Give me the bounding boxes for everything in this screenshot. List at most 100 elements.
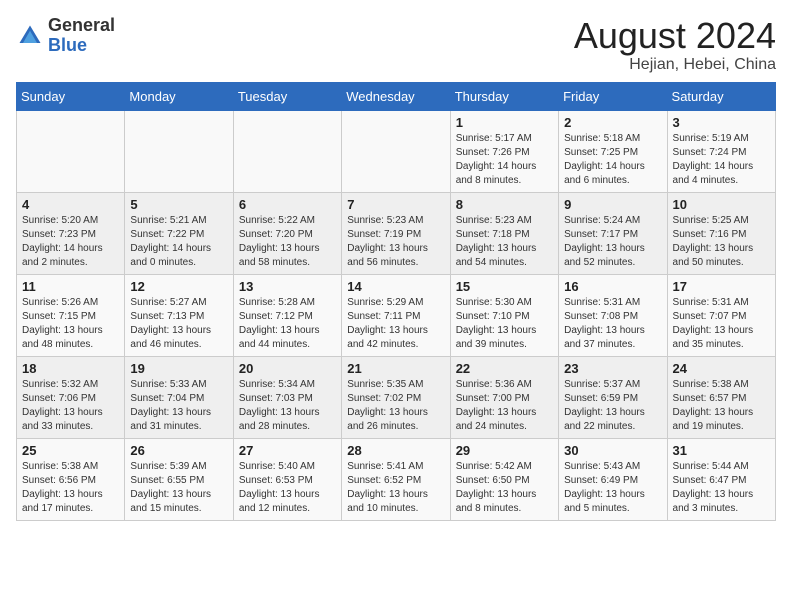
day-info: Sunrise: 5:40 AM Sunset: 6:53 PM Dayligh…	[239, 460, 336, 516]
calendar-cell	[125, 110, 233, 192]
day-info: Sunrise: 5:27 AM Sunset: 7:13 PM Dayligh…	[130, 296, 227, 352]
day-number: 10	[673, 197, 770, 212]
calendar-cell: 17 Sunrise: 5:31 AM Sunset: 7:07 PM Dayli…	[667, 274, 775, 356]
calendar-cell: 1Sunrise: 5:17 AM Sunset: 7:26 PM Daylig…	[450, 110, 558, 192]
calendar-cell: 11Sunrise: 5:26 AM Sunset: 7:15 PM Dayli…	[17, 274, 125, 356]
day-number: 3	[673, 115, 770, 130]
calendar-cell	[17, 110, 125, 192]
day-info: Sunrise: 5:24 AM Sunset: 7:17 PM Dayligh…	[564, 214, 661, 270]
calendar-cell: 13 Sunrise: 5:28 AM Sunset: 7:12 PM Dayli…	[233, 274, 341, 356]
day-info: Sunrise: 5:41 AM Sunset: 6:52 PM Dayligh…	[347, 460, 444, 516]
day-number: 7	[347, 197, 444, 212]
calendar-cell: 21 Sunrise: 5:35 AM Sunset: 7:02 PM Dayli…	[342, 356, 450, 438]
day-info: Sunrise: 5:35 AM Sunset: 7:02 PM Dayligh…	[347, 378, 444, 434]
week-row: 1Sunrise: 5:17 AM Sunset: 7:26 PM Daylig…	[17, 110, 776, 192]
weekday-row: SundayMondayTuesdayWednesdayThursdayFrid…	[17, 82, 776, 110]
day-number: 2	[564, 115, 661, 130]
day-number: 30	[564, 443, 661, 458]
calendar-cell: 23 Sunrise: 5:37 AM Sunset: 6:59 PM Dayli…	[559, 356, 667, 438]
calendar-body: 1Sunrise: 5:17 AM Sunset: 7:26 PM Daylig…	[17, 110, 776, 520]
day-info: Sunrise: 5:44 AM Sunset: 6:47 PM Dayligh…	[673, 460, 770, 516]
weekday-header-sunday: Sunday	[17, 82, 125, 110]
calendar-cell: 16 Sunrise: 5:31 AM Sunset: 7:08 PM Dayli…	[559, 274, 667, 356]
day-number: 18	[22, 361, 119, 376]
day-number: 4	[22, 197, 119, 212]
calendar-cell: 8 Sunrise: 5:23 AM Sunset: 7:18 PM Daylig…	[450, 192, 558, 274]
day-number: 28	[347, 443, 444, 458]
calendar-cell: 7 Sunrise: 5:23 AM Sunset: 7:19 PM Daylig…	[342, 192, 450, 274]
day-info: Sunrise: 5:38 AM Sunset: 6:57 PM Dayligh…	[673, 378, 770, 434]
day-info: Sunrise: 5:23 AM Sunset: 7:19 PM Dayligh…	[347, 214, 444, 270]
calendar-table: SundayMondayTuesdayWednesdayThursdayFrid…	[16, 82, 776, 521]
location: Hejian, Hebei, China	[574, 56, 776, 74]
week-row: 18 Sunrise: 5:32 AM Sunset: 7:06 PM Dayli…	[17, 356, 776, 438]
day-number: 14	[347, 279, 444, 294]
day-number: 6	[239, 197, 336, 212]
day-number: 29	[456, 443, 553, 458]
weekday-header-tuesday: Tuesday	[233, 82, 341, 110]
day-number: 5	[130, 197, 227, 212]
day-info: Sunrise: 5:28 AM Sunset: 7:12 PM Dayligh…	[239, 296, 336, 352]
day-info: Sunrise: 5:36 AM Sunset: 7:00 PM Dayligh…	[456, 378, 553, 434]
logo-icon	[16, 22, 44, 50]
logo: General Blue	[16, 16, 115, 56]
calendar-cell: 2 Sunrise: 5:18 AM Sunset: 7:25 PM Daylig…	[559, 110, 667, 192]
calendar-cell: 15 Sunrise: 5:30 AM Sunset: 7:10 PM Dayli…	[450, 274, 558, 356]
weekday-header-friday: Friday	[559, 82, 667, 110]
calendar-cell: 28 Sunrise: 5:41 AM Sunset: 6:52 PM Dayli…	[342, 438, 450, 520]
day-number: 23	[564, 361, 661, 376]
day-number: 8	[456, 197, 553, 212]
day-number: 17	[673, 279, 770, 294]
day-info: Sunrise: 5:38 AM Sunset: 6:56 PM Dayligh…	[22, 460, 119, 516]
calendar-cell: 4 Sunrise: 5:20 AM Sunset: 7:23 PM Daylig…	[17, 192, 125, 274]
day-number: 31	[673, 443, 770, 458]
day-info: Sunrise: 5:18 AM Sunset: 7:25 PM Dayligh…	[564, 132, 661, 188]
day-info: Sunrise: 5:42 AM Sunset: 6:50 PM Dayligh…	[456, 460, 553, 516]
day-number: 15	[456, 279, 553, 294]
day-info: Sunrise: 5:19 AM Sunset: 7:24 PM Dayligh…	[673, 132, 770, 188]
day-info: Sunrise: 5:20 AM Sunset: 7:23 PM Dayligh…	[22, 214, 119, 270]
calendar-cell: 22Sunrise: 5:36 AM Sunset: 7:00 PM Dayli…	[450, 356, 558, 438]
calendar-cell: 14Sunrise: 5:29 AM Sunset: 7:11 PM Dayli…	[342, 274, 450, 356]
week-row: 25 Sunrise: 5:38 AM Sunset: 6:56 PM Dayli…	[17, 438, 776, 520]
day-info: Sunrise: 5:37 AM Sunset: 6:59 PM Dayligh…	[564, 378, 661, 434]
day-info: Sunrise: 5:21 AM Sunset: 7:22 PM Dayligh…	[130, 214, 227, 270]
calendar-cell: 19Sunrise: 5:33 AM Sunset: 7:04 PM Dayli…	[125, 356, 233, 438]
day-number: 9	[564, 197, 661, 212]
calendar-cell	[233, 110, 341, 192]
day-info: Sunrise: 5:39 AM Sunset: 6:55 PM Dayligh…	[130, 460, 227, 516]
day-number: 24	[673, 361, 770, 376]
day-number: 25	[22, 443, 119, 458]
day-number: 27	[239, 443, 336, 458]
calendar-cell: 24 Sunrise: 5:38 AM Sunset: 6:57 PM Dayli…	[667, 356, 775, 438]
day-number: 20	[239, 361, 336, 376]
calendar-cell: 26Sunrise: 5:39 AM Sunset: 6:55 PM Dayli…	[125, 438, 233, 520]
day-info: Sunrise: 5:31 AM Sunset: 7:07 PM Dayligh…	[673, 296, 770, 352]
week-row: 11Sunrise: 5:26 AM Sunset: 7:15 PM Dayli…	[17, 274, 776, 356]
day-number: 21	[347, 361, 444, 376]
calendar-cell: 5 Sunrise: 5:21 AM Sunset: 7:22 PM Daylig…	[125, 192, 233, 274]
day-info: Sunrise: 5:34 AM Sunset: 7:03 PM Dayligh…	[239, 378, 336, 434]
day-info: Sunrise: 5:26 AM Sunset: 7:15 PM Dayligh…	[22, 296, 119, 352]
calendar-cell: 27 Sunrise: 5:40 AM Sunset: 6:53 PM Dayli…	[233, 438, 341, 520]
logo-text: General Blue	[48, 16, 115, 56]
calendar-cell	[342, 110, 450, 192]
day-number: 1	[456, 115, 553, 130]
calendar-cell: 31 Sunrise: 5:44 AM Sunset: 6:47 PM Dayli…	[667, 438, 775, 520]
day-info: Sunrise: 5:22 AM Sunset: 7:20 PM Dayligh…	[239, 214, 336, 270]
page-header: General Blue August 2024 Hejian, Hebei, …	[16, 16, 776, 74]
calendar-cell: 18 Sunrise: 5:32 AM Sunset: 7:06 PM Dayli…	[17, 356, 125, 438]
day-info: Sunrise: 5:23 AM Sunset: 7:18 PM Dayligh…	[456, 214, 553, 270]
day-info: Sunrise: 5:31 AM Sunset: 7:08 PM Dayligh…	[564, 296, 661, 352]
calendar-cell: 29 Sunrise: 5:42 AM Sunset: 6:50 PM Dayli…	[450, 438, 558, 520]
calendar-cell: 6 Sunrise: 5:22 AM Sunset: 7:20 PM Daylig…	[233, 192, 341, 274]
day-info: Sunrise: 5:32 AM Sunset: 7:06 PM Dayligh…	[22, 378, 119, 434]
day-number: 16	[564, 279, 661, 294]
day-info: Sunrise: 5:30 AM Sunset: 7:10 PM Dayligh…	[456, 296, 553, 352]
title-block: August 2024 Hejian, Hebei, China	[574, 16, 776, 74]
day-info: Sunrise: 5:25 AM Sunset: 7:16 PM Dayligh…	[673, 214, 770, 270]
calendar-cell: 20 Sunrise: 5:34 AM Sunset: 7:03 PM Dayli…	[233, 356, 341, 438]
logo-blue: Blue	[48, 35, 87, 55]
day-number: 13	[239, 279, 336, 294]
calendar-cell: 12Sunrise: 5:27 AM Sunset: 7:13 PM Dayli…	[125, 274, 233, 356]
